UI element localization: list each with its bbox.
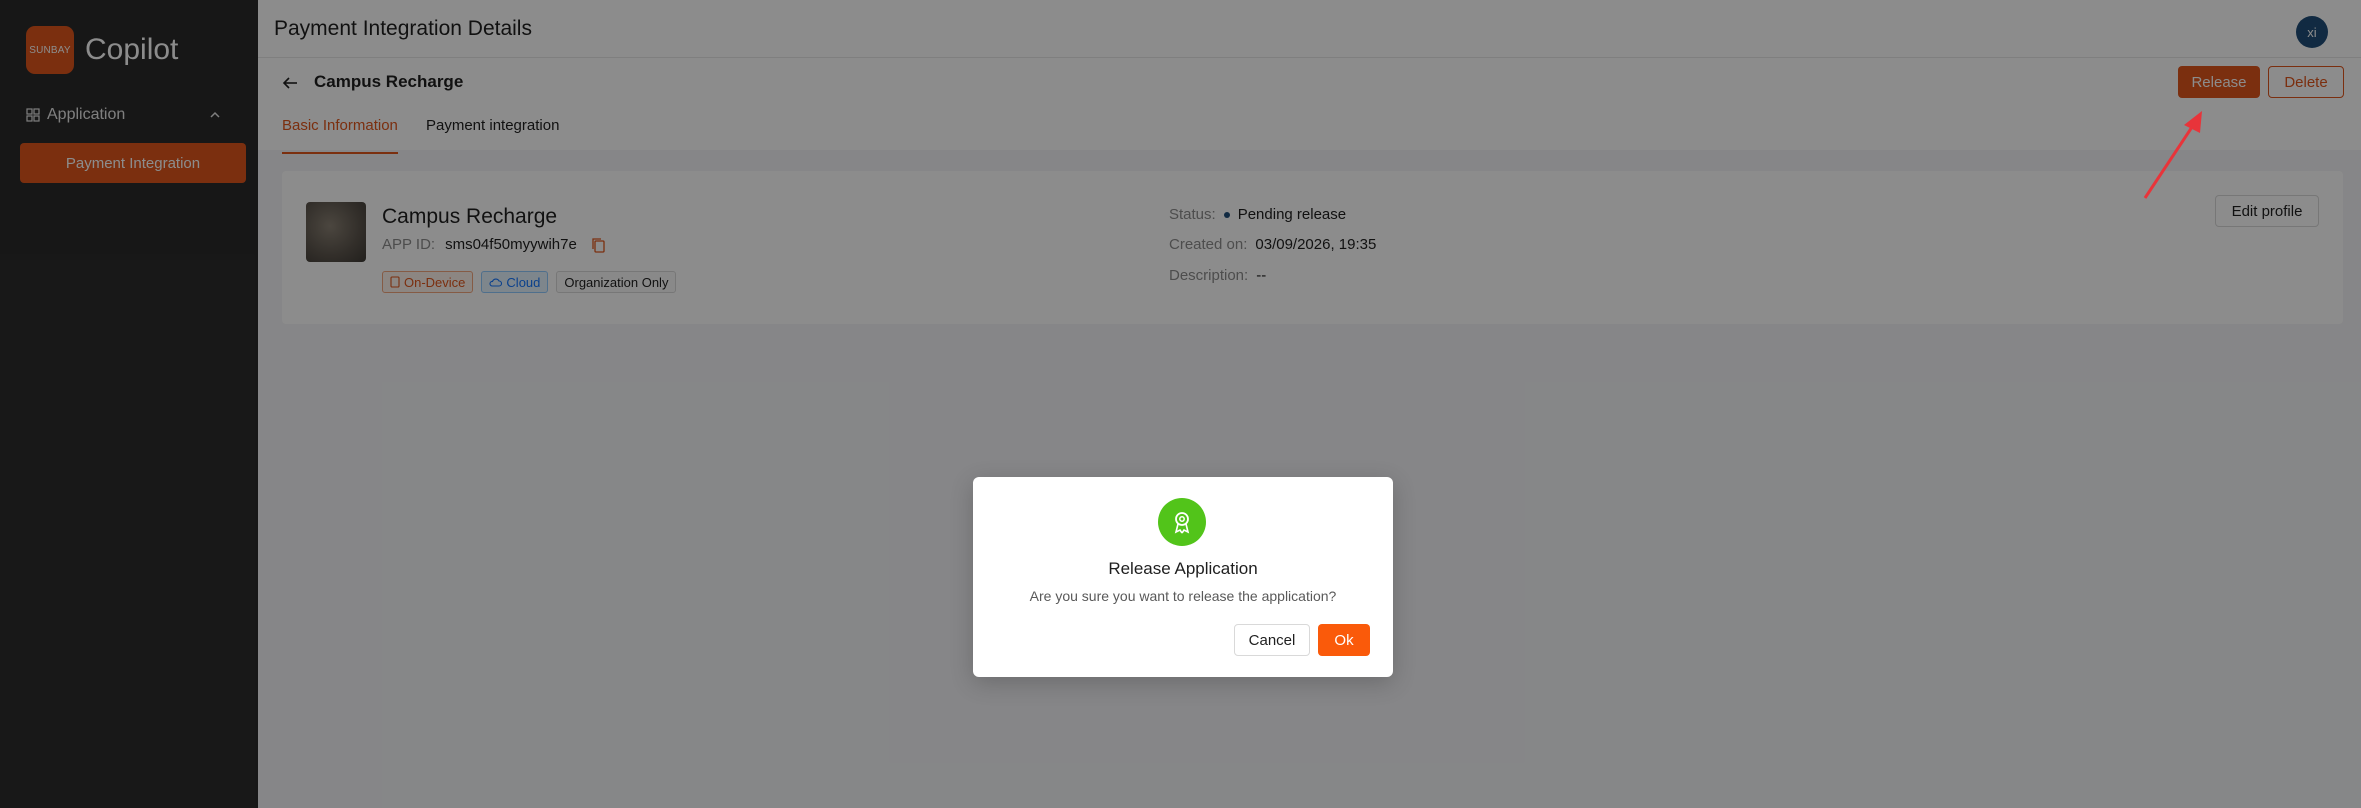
dialog-title: Release Application [1108,559,1258,578]
release-confirm-dialog: Release Application Are you sure you wan… [973,477,1393,677]
annotation-arrow-icon [2143,111,2202,199]
dialog-message: Are you sure you want to release the app… [1029,588,1337,604]
ok-button[interactable]: Ok [1318,624,1370,656]
modal-overlay[interactable] [0,0,2361,808]
cancel-button[interactable]: Cancel [1234,624,1310,656]
award-ribbon-icon [1158,498,1206,546]
